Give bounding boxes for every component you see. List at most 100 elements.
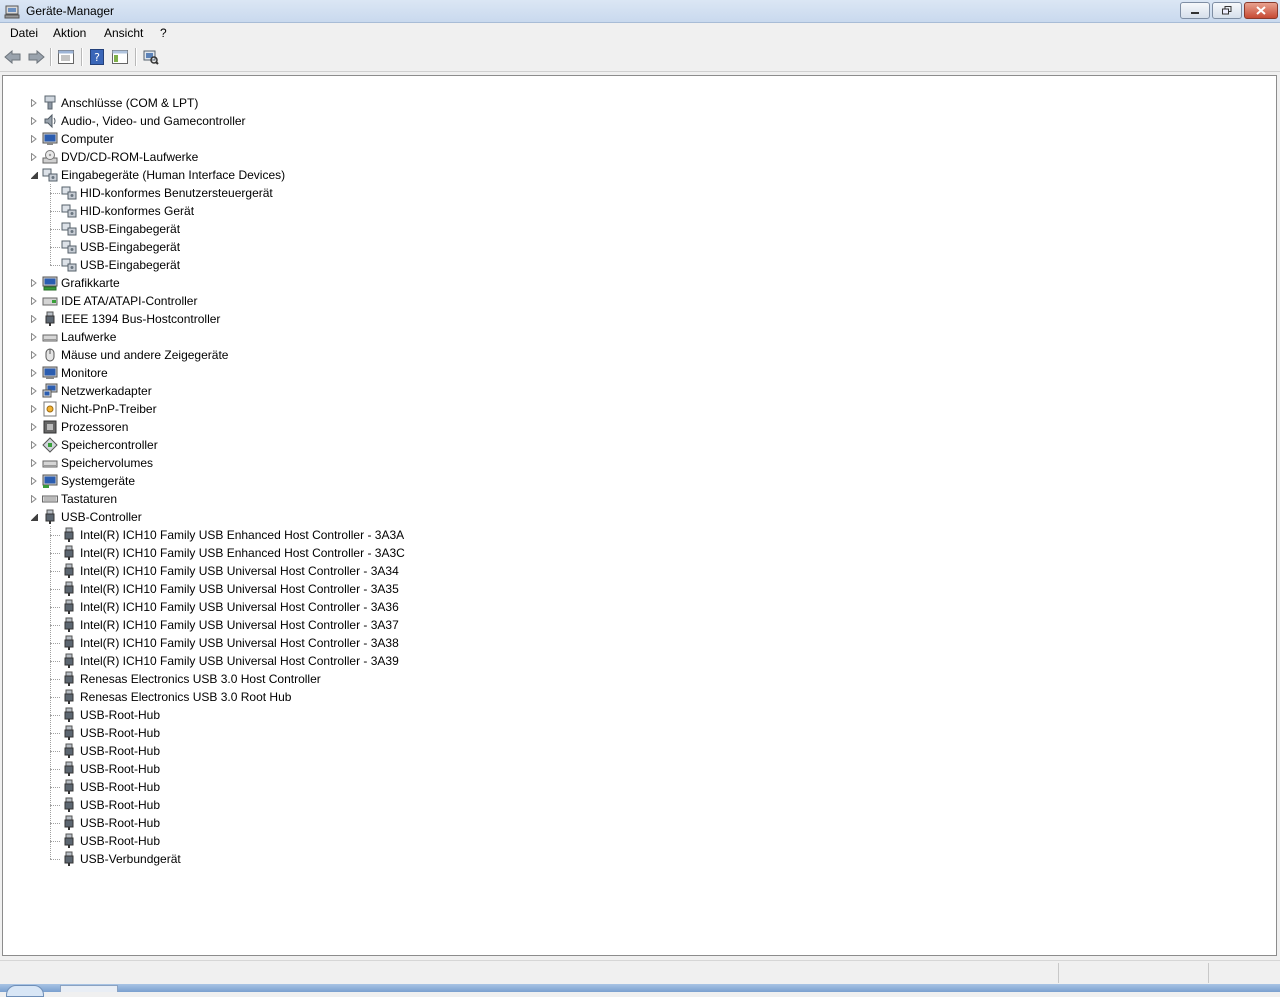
tree-category[interactable]: IEEE 1394 Bus-Hostcontroller: [30, 310, 220, 328]
expand-arrow-icon[interactable]: [30, 333, 38, 342]
expand-arrow-icon[interactable]: [30, 135, 38, 144]
tree-device[interactable]: Intel(R) ICH10 Family USB Universal Host…: [61, 634, 399, 652]
tree-device[interactable]: Intel(R) ICH10 Family USB Universal Host…: [61, 616, 399, 634]
tree-category[interactable]: Prozessoren: [30, 418, 128, 436]
tree-category[interactable]: Laufwerke: [30, 328, 116, 346]
tree-device[interactable]: USB-Root-Hub: [61, 778, 160, 796]
tree-category[interactable]: Eingabegeräte (Human Interface Devices): [30, 166, 285, 184]
tree-category[interactable]: Speichercontroller: [30, 436, 158, 454]
tree-category[interactable]: USB-Controller: [30, 508, 142, 526]
usb-plug-icon: [61, 563, 77, 579]
tree-category[interactable]: Anschlüsse (COM & LPT): [30, 94, 198, 112]
expand-arrow-icon[interactable]: [30, 423, 38, 432]
maximize-button[interactable]: [1212, 2, 1242, 19]
tree-category[interactable]: DVD/CD-ROM-Laufwerke: [30, 148, 198, 166]
expand-arrow-icon[interactable]: [30, 315, 38, 324]
tree-category[interactable]: Mäuse und andere Zeigegeräte: [30, 346, 228, 364]
tree-device[interactable]: Intel(R) ICH10 Family USB Enhanced Host …: [61, 526, 404, 544]
collapse-arrow-icon[interactable]: [30, 513, 38, 522]
tree-category[interactable]: Systemgeräte: [30, 472, 135, 490]
tree-device[interactable]: USB-Eingabegerät: [61, 238, 180, 256]
tree-device[interactable]: USB-Root-Hub: [61, 742, 160, 760]
tree-category[interactable]: Speichervolumes: [30, 454, 153, 472]
tree-category[interactable]: Grafikkarte: [30, 274, 120, 292]
tree-category[interactable]: Netzwerkadapter: [30, 382, 152, 400]
usb-plug-icon: [61, 797, 77, 813]
expand-arrow-icon[interactable]: [30, 441, 38, 450]
expand-arrow-icon[interactable]: [30, 351, 38, 360]
tree-device[interactable]: USB-Eingabegerät: [61, 220, 180, 238]
network-adapter-icon: [42, 383, 58, 399]
tree-connector-line: [50, 211, 60, 212]
tree-category[interactable]: Audio-, Video- und Gamecontroller: [30, 112, 246, 130]
show-hide-console-tree-button[interactable]: [56, 48, 76, 66]
tree-category[interactable]: Computer: [30, 130, 114, 148]
tree-item-label: IEEE 1394 Bus-Hostcontroller: [61, 312, 221, 326]
tree-device[interactable]: USB-Root-Hub: [61, 832, 160, 850]
usb-plug-icon: [61, 707, 77, 723]
help-button[interactable]: ?: [87, 48, 107, 66]
expand-arrow-icon[interactable]: [30, 99, 38, 108]
expand-arrow-icon[interactable]: [30, 477, 38, 486]
mouse-icon: [42, 347, 58, 363]
tree-category[interactable]: Tastaturen: [30, 490, 117, 508]
status-pane: [1058, 963, 1209, 983]
tree-device[interactable]: Renesas Electronics USB 3.0 Host Control…: [61, 670, 321, 688]
expand-arrow-icon[interactable]: [30, 495, 38, 504]
scan-hardware-button[interactable]: [141, 48, 161, 66]
tree-item-label: Intel(R) ICH10 Family USB Universal Host…: [80, 564, 399, 578]
tree-device[interactable]: HID-konformes Gerät: [61, 202, 194, 220]
tree-device[interactable]: USB-Root-Hub: [61, 706, 160, 724]
tree-item-label: USB-Verbundgerät: [80, 852, 181, 866]
menu-datei[interactable]: Datei: [8, 26, 40, 40]
tree-category[interactable]: IDE ATA/ATAPI-Controller: [30, 292, 197, 310]
tree-device[interactable]: Intel(R) ICH10 Family USB Enhanced Host …: [61, 544, 405, 562]
storage-controller-icon: [42, 437, 58, 453]
menu-ansicht[interactable]: Ansicht: [102, 26, 145, 40]
expand-arrow-icon[interactable]: [30, 279, 38, 288]
tree-device[interactable]: Intel(R) ICH10 Family USB Universal Host…: [61, 562, 399, 580]
menu-aktion[interactable]: Aktion: [51, 26, 88, 40]
usb-plug-icon: [61, 833, 77, 849]
forward-button[interactable]: [26, 48, 46, 66]
tree-device[interactable]: USB-Root-Hub: [61, 760, 160, 778]
expand-arrow-icon[interactable]: [30, 117, 38, 126]
tree-item-label: Eingabegeräte (Human Interface Devices): [61, 168, 286, 182]
tree-device[interactable]: USB-Verbundgerät: [61, 850, 181, 868]
tree-item-label: HID-konformes Benutzersteuergerät: [80, 186, 273, 200]
taskbar-item-device-manager[interactable]: [60, 985, 118, 992]
expand-arrow-icon[interactable]: [30, 387, 38, 396]
tree-item-label: Intel(R) ICH10 Family USB Universal Host…: [80, 618, 399, 632]
tree-connector-line: [50, 184, 51, 265]
expand-arrow-icon[interactable]: [30, 459, 38, 468]
back-button[interactable]: [3, 48, 23, 66]
expand-arrow-icon[interactable]: [30, 297, 38, 306]
tree-device[interactable]: USB-Root-Hub: [61, 814, 160, 832]
scan-hardware-icon: [143, 50, 159, 65]
tree-device[interactable]: Intel(R) ICH10 Family USB Universal Host…: [61, 598, 399, 616]
console-tree-button[interactable]: [110, 48, 130, 66]
hid-icon: [61, 239, 77, 255]
minimize-button[interactable]: [1180, 2, 1210, 19]
expand-arrow-icon[interactable]: [30, 153, 38, 162]
tree-device[interactable]: USB-Root-Hub: [61, 724, 160, 742]
tree-item-label: Tastaturen: [61, 492, 118, 506]
tree-device[interactable]: Renesas Electronics USB 3.0 Root Hub: [61, 688, 291, 706]
tree-connector-line: [50, 823, 60, 824]
tree-device[interactable]: USB-Root-Hub: [61, 796, 160, 814]
start-button[interactable]: [6, 985, 44, 997]
device-tree[interactable]: Anschlüsse (COM & LPT) Audio-, Video- und…: [2, 75, 1277, 956]
tree-category[interactable]: Monitore: [30, 364, 108, 382]
tree-device[interactable]: HID-konformes Benutzersteuergerät: [61, 184, 273, 202]
taskbar: [0, 984, 1280, 997]
title-bar[interactable]: Geräte-Manager: [0, 0, 1280, 23]
tree-category[interactable]: Nicht-PnP-Treiber: [30, 400, 157, 418]
menu-help[interactable]: ?: [158, 26, 169, 40]
collapse-arrow-icon[interactable]: [30, 171, 38, 180]
close-button[interactable]: [1244, 2, 1278, 19]
expand-arrow-icon[interactable]: [30, 405, 38, 414]
tree-device[interactable]: Intel(R) ICH10 Family USB Universal Host…: [61, 652, 399, 670]
tree-device[interactable]: USB-Eingabegerät: [61, 256, 180, 274]
expand-arrow-icon[interactable]: [30, 369, 38, 378]
tree-device[interactable]: Intel(R) ICH10 Family USB Universal Host…: [61, 580, 399, 598]
